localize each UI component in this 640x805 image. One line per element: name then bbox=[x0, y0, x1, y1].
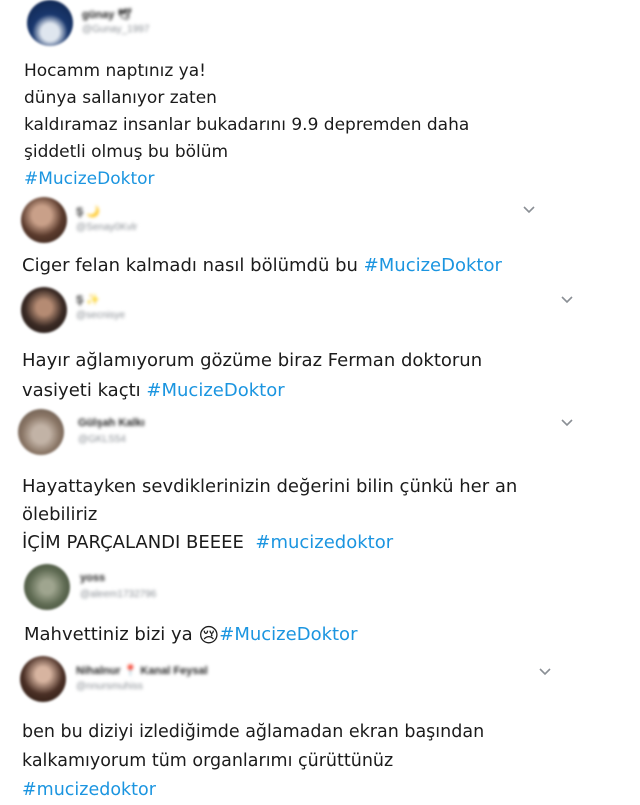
hashtag-link[interactable]: #MucizeDoktor bbox=[24, 166, 469, 193]
tweet-card: yoss @aleem1732796 Mahvettiniz bizi ya 😢… bbox=[0, 560, 640, 652]
tweet-card: Nihalnur 📍 Kanal Feysal @nnursmuhiss ben… bbox=[0, 652, 640, 800]
user-handle[interactable]: @Senay0Kvlr bbox=[76, 222, 137, 233]
tweet-line: ben bu diziyi izlediğimde ağlamadan ekra… bbox=[22, 722, 485, 742]
tweet-line: kalkamıyorum tüm organlarımı çürüttünüz bbox=[22, 751, 394, 771]
tweet-card: Ş ✨ @secnisye Hayır ağlamıyorum gözüme b… bbox=[0, 285, 640, 403]
avatar[interactable] bbox=[27, 0, 73, 46]
display-name[interactable]: Gülşah Kalkı bbox=[78, 417, 145, 429]
hashtag-link[interactable]: #MucizeDoktor bbox=[146, 380, 284, 401]
avatar[interactable] bbox=[20, 656, 66, 702]
chevron-down-icon[interactable] bbox=[560, 418, 574, 428]
display-name[interactable]: günay 🕊 bbox=[82, 8, 131, 21]
chevron-down-icon[interactable] bbox=[560, 295, 574, 305]
tweet-line: Mahvettiniz bizi ya bbox=[24, 624, 193, 645]
tweet-line: Hocamm naptınız ya! bbox=[24, 61, 206, 81]
tweet-card: Ş 🌙 @Senay0Kvlr Ciger felan kalmadı nası… bbox=[0, 195, 640, 285]
tweet-text: Ciger felan kalmadı nasıl bölümdü bu #Mu… bbox=[22, 252, 502, 279]
hashtag-link[interactable]: #MucizeDoktor bbox=[219, 624, 357, 645]
tweet-line: Hayattayken sevdiklerinizin değerini bil… bbox=[22, 476, 518, 497]
user-handle[interactable]: @GKLS54 bbox=[78, 434, 126, 445]
avatar[interactable] bbox=[24, 564, 70, 610]
hashtag-link[interactable]: #mucizedoktor bbox=[255, 532, 393, 553]
display-name[interactable]: Ş 🌙 bbox=[76, 205, 100, 218]
tweet-line: şiddetli olmuş bu bölüm bbox=[24, 142, 229, 162]
display-name[interactable]: Ş ✨ bbox=[76, 293, 100, 306]
display-name[interactable]: Nihalnur 📍 Kanal Feysal bbox=[76, 664, 208, 677]
tweet-text: Mahvettiniz bizi ya 😢#MucizeDoktor bbox=[24, 621, 357, 649]
chevron-down-icon[interactable] bbox=[538, 667, 552, 677]
tweet-line: kaldıramaz insanlar bukadarını 9.9 depre… bbox=[24, 115, 470, 135]
avatar[interactable] bbox=[21, 287, 67, 333]
user-handle[interactable]: @nnursmuhiss bbox=[76, 681, 143, 692]
tweet-text: Hocamm naptınız ya! dünya sallanıyor zat… bbox=[24, 58, 469, 193]
chevron-down-icon[interactable] bbox=[522, 205, 536, 215]
tweet-line: Ciger felan kalmadı nasıl bölümdü bu bbox=[22, 255, 358, 276]
tweet-text: Hayır ağlamıyorum gözüme biraz Ferman do… bbox=[22, 346, 482, 406]
display-name[interactable]: yoss bbox=[80, 572, 105, 584]
tweet-line: dünya sallanıyor zaten bbox=[24, 88, 217, 108]
user-handle[interactable]: @Gunay_1997 bbox=[82, 24, 149, 35]
avatar[interactable] bbox=[21, 197, 67, 243]
tweet-line: İÇİM PARÇALANDI BEEEE bbox=[22, 532, 244, 553]
tweet-text: Hayattayken sevdiklerinizin değerini bil… bbox=[22, 473, 517, 557]
user-handle[interactable]: @secnisye bbox=[76, 310, 125, 321]
tweet-text: ben bu diziyi izlediğimde ağlamadan ekra… bbox=[22, 718, 484, 805]
tweet-card: günay 🕊 @Gunay_1997 Hocamm naptınız ya! … bbox=[0, 0, 640, 195]
user-handle[interactable]: @aleem1732796 bbox=[80, 589, 156, 600]
avatar[interactable] bbox=[18, 409, 64, 455]
tweet-card: Gülşah Kalkı @GKLS54 Hayattayken sevdikl… bbox=[0, 403, 640, 560]
crying-face-emoji: 😢 bbox=[198, 623, 220, 647]
tweet-line: vasiyeti kaçtı bbox=[22, 380, 141, 401]
hashtag-link[interactable]: #MucizeDoktor bbox=[364, 255, 502, 276]
tweet-line: Hayır ağlamıyorum gözüme biraz Ferman do… bbox=[22, 350, 483, 371]
tweet-line: ölebiliriz bbox=[22, 504, 98, 525]
hashtag-link[interactable]: #mucizedoktor bbox=[22, 776, 484, 805]
